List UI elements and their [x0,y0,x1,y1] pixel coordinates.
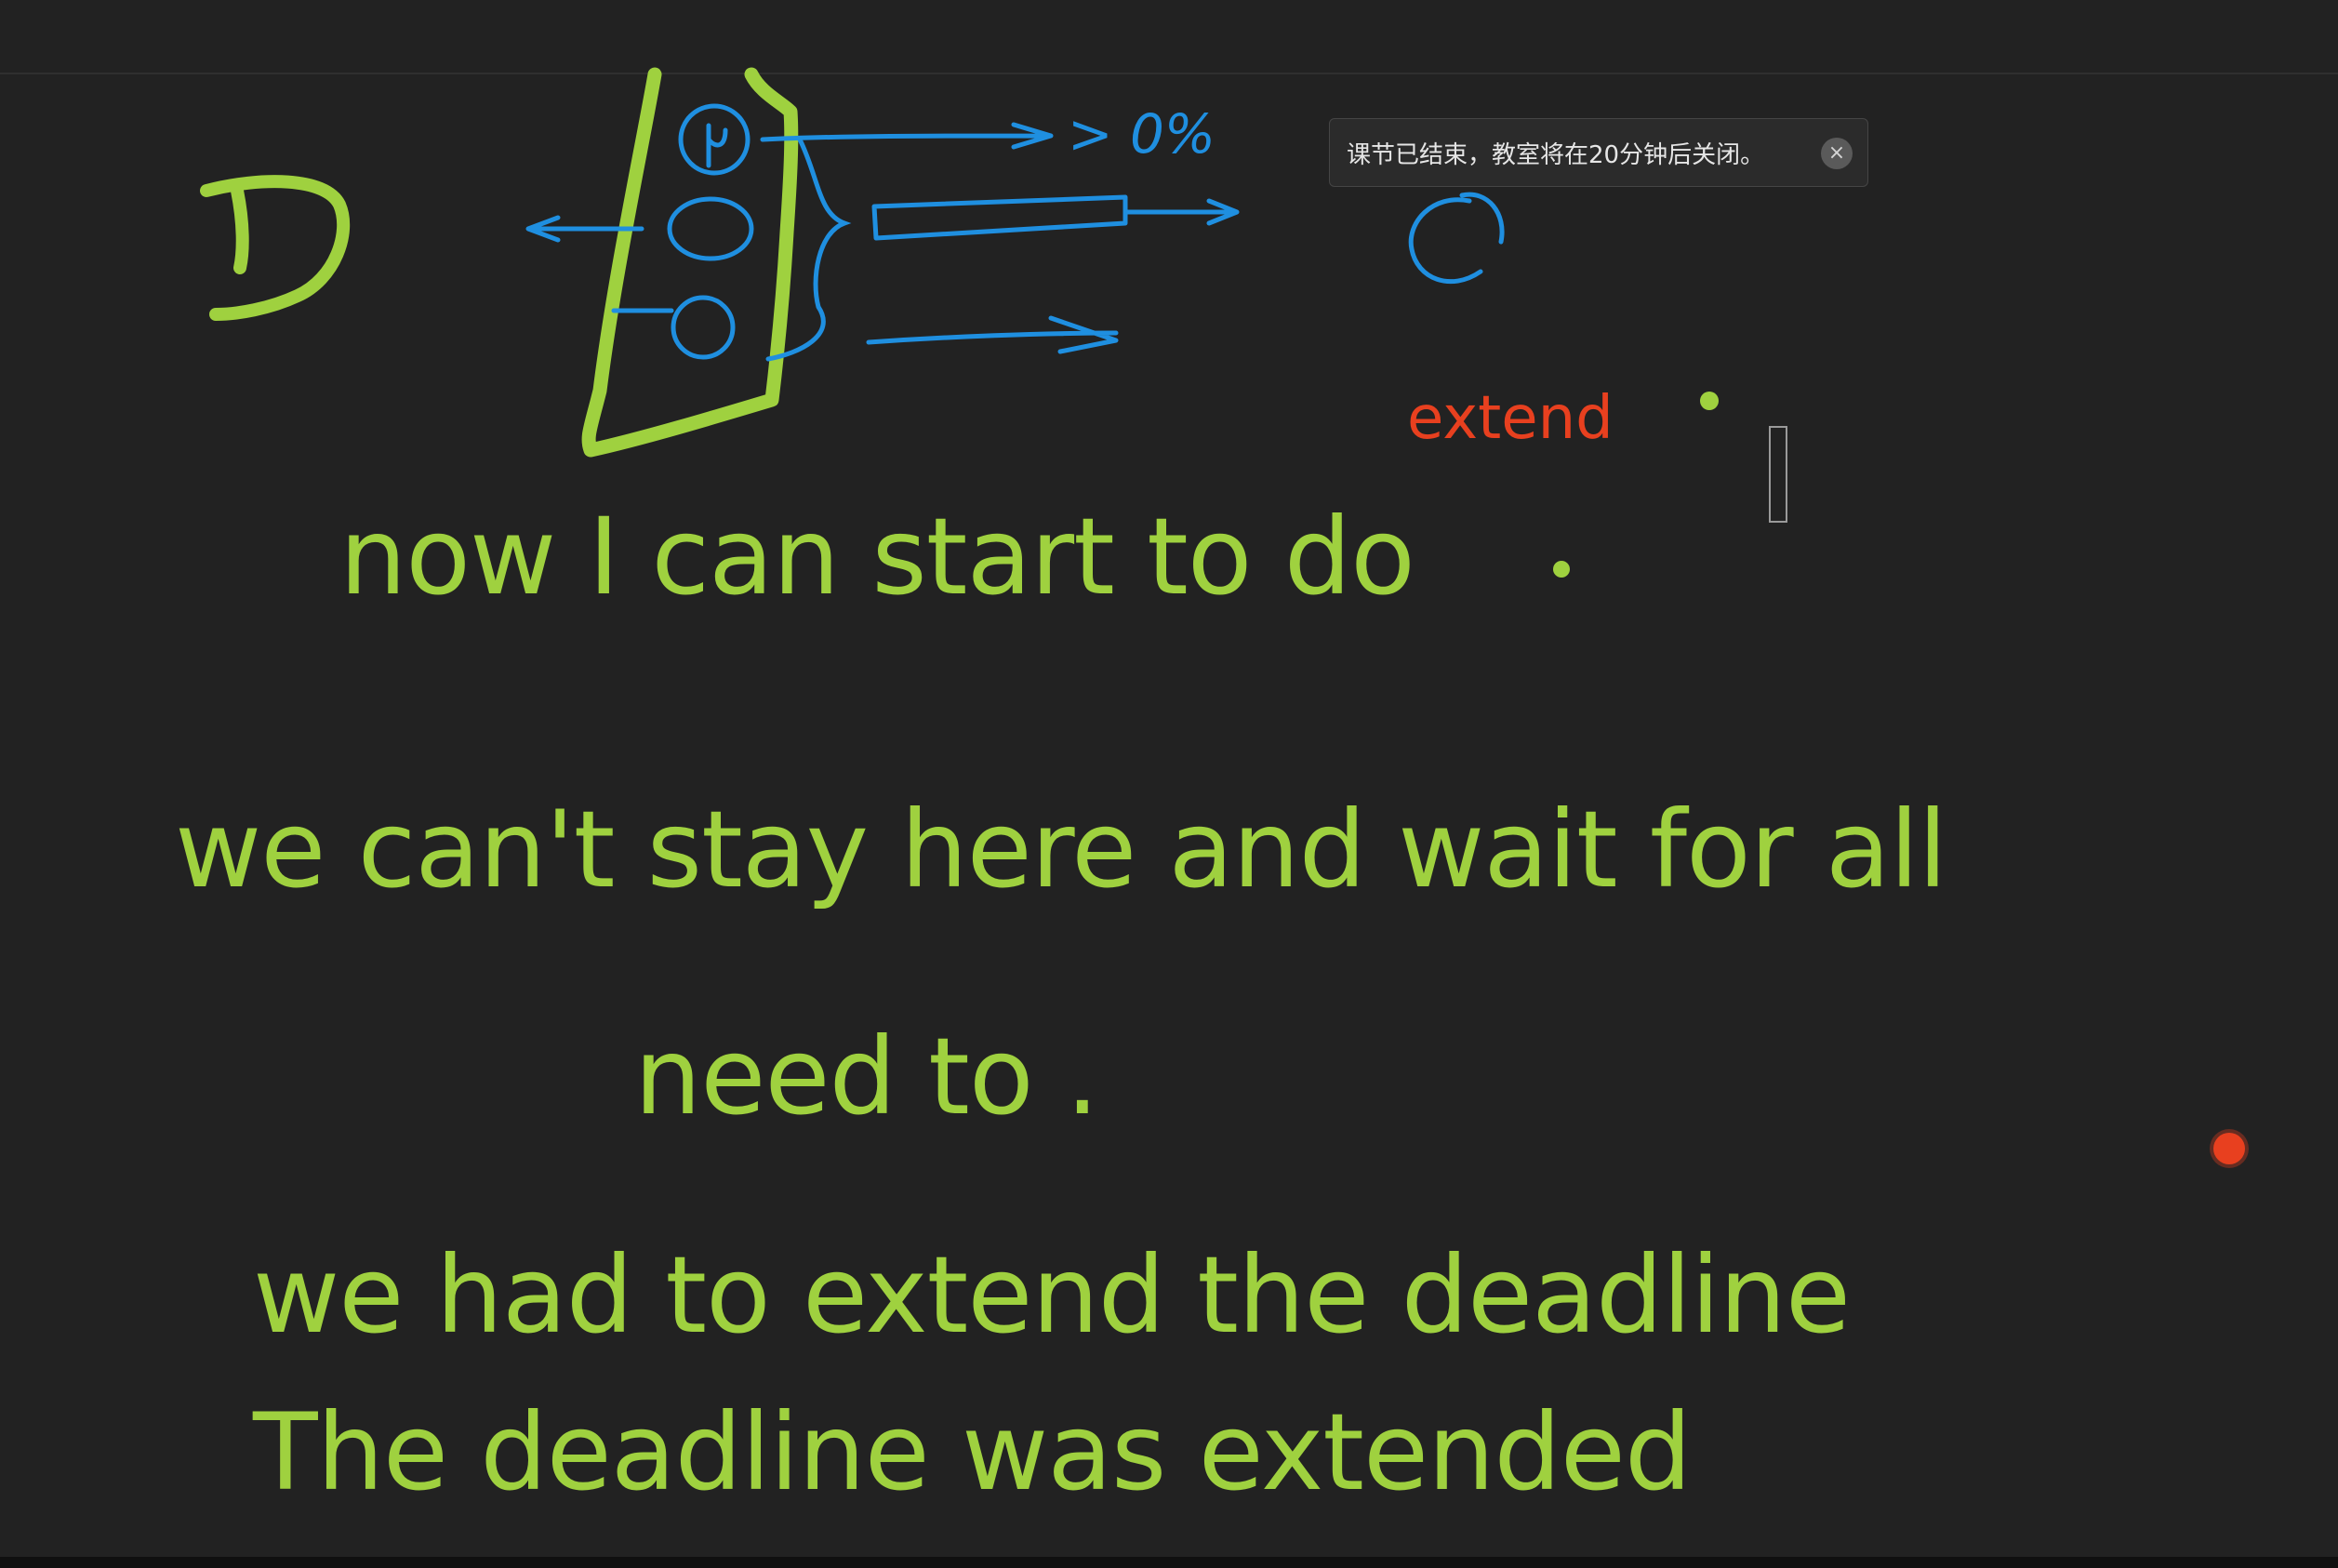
whiteboard-canvas[interactable]: > 0% extend now I can start to do we can… [0,0,2338,1568]
blue-percent-label: > 0% [1068,102,1215,166]
green-d-stroke [200,175,351,321]
board-text-line-4[interactable]: we had to extend the deadline [253,1242,1851,1349]
text-insertion-caret[interactable] [1769,426,1787,523]
class-ended-toast: 课节已结束，教室将在20分钟后关闭。 × [1329,118,1868,187]
board-text-line-2[interactable]: we can't stay here and wait for all [175,797,1947,903]
blue-bottom-arrow [866,315,1119,354]
toast-message: 课节已结束，教室将在20分钟后关闭。 [1347,140,1765,169]
blue-box-arrow [871,194,1240,241]
blue-circle-top [678,103,751,176]
blue-c-stroke [1408,192,1505,285]
board-text-line-1[interactable]: now I can start to do [339,504,1415,610]
green-outline-shape [581,67,799,458]
board-text-line-3[interactable]: need to . [634,1024,1099,1130]
green-dot-after-line-1 [1553,561,1570,578]
blue-top-arrow [760,122,1054,150]
board-text-line-5[interactable]: The deadline was extended [253,1400,1692,1506]
blue-circle-bottom [671,295,736,360]
close-icon[interactable]: × [1821,138,1853,169]
laser-pointer-dot [2213,1133,2245,1164]
annotation-extend: extend [1407,384,1614,453]
blue-circle-middle [667,196,754,261]
bottom-edge-bar [0,1557,2338,1568]
blue-mu-mark [706,123,728,168]
green-dot-marker [1700,392,1719,410]
